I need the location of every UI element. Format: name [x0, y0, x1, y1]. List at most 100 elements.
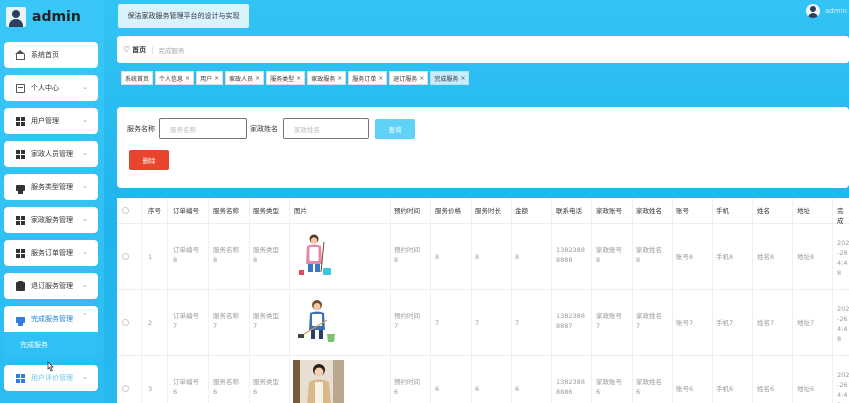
chevron-down-icon: ⌄ — [82, 248, 88, 256]
sidebar-item-label: 家政人员管理 — [31, 150, 73, 158]
cell-mobile: 手机7 — [716, 319, 734, 327]
breadcrumb-home[interactable]: 首页 — [132, 45, 146, 55]
tag-personal-info[interactable]: 个人信息 × — [155, 71, 195, 85]
grid-icon — [16, 215, 25, 225]
cell-staff-name: 家政姓名8 — [636, 246, 662, 264]
query-button[interactable]: 查询 — [375, 119, 415, 139]
tag-service[interactable]: 家政服务 × — [307, 71, 347, 85]
header-name[interactable]: 姓名 — [757, 206, 770, 216]
tag-order[interactable]: 服务订单 × — [348, 71, 388, 85]
search-panel: 服务名称 服务名称 家政姓名 家政姓名 查询 删除 — [117, 107, 849, 188]
tag-user[interactable]: 用户 × — [196, 71, 224, 85]
header-service-name[interactable]: 服务名称 — [213, 206, 239, 216]
close-icon[interactable]: × — [185, 75, 190, 82]
header-amount[interactable]: 金额 — [515, 206, 528, 216]
chevron-down-icon: ⌄ — [82, 281, 88, 289]
cell-phone: 13823888888 — [556, 246, 585, 264]
sidebar-item-label: 系统首页 — [31, 51, 59, 59]
header-service-type[interactable]: 服务类型 — [253, 206, 279, 216]
header-appointment-time[interactable]: 预约时间 — [394, 206, 420, 216]
avatar[interactable] — [806, 4, 820, 18]
service-name-input[interactable]: 服务名称 — [159, 118, 247, 139]
header-mobile[interactable]: 手机 — [716, 206, 729, 216]
tag-label: 服务订单 — [352, 75, 377, 83]
sidebar-item-home[interactable]: 系统首页 — [4, 42, 98, 68]
tag-label: 退订服务 — [393, 75, 418, 83]
header-index[interactable]: 序号 — [148, 206, 161, 216]
chevron-down-icon: ⌄ — [82, 83, 88, 91]
tag-completed[interactable]: 完成服务 × — [430, 71, 470, 85]
table-row[interactable]: 1 订单编号8 服务名称8 服务类型8 预约时间8 8 8 8 13823888… — [117, 224, 849, 290]
cell-price: 7 — [435, 319, 440, 327]
row-checkbox[interactable] — [122, 319, 129, 326]
tag-staff[interactable]: 家政人员 × — [225, 71, 265, 85]
select-all-checkbox[interactable] — [122, 207, 129, 214]
close-icon[interactable]: × — [296, 75, 301, 82]
top-user-name[interactable]: admin — [825, 7, 847, 15]
sidebar-item-service-management[interactable]: 家政服务管理 ⌄ — [4, 207, 98, 233]
close-icon[interactable]: × — [214, 75, 219, 82]
cell-address: 地址7 — [797, 319, 815, 327]
cell-index: 3 — [148, 385, 153, 393]
sidebar-item-service-type-management[interactable]: 服务类型管理 ⌄ — [4, 174, 98, 200]
close-icon[interactable]: × — [337, 75, 342, 82]
header-phone[interactable]: 联系电话 — [556, 206, 582, 216]
header-finish[interactable]: 完成 — [837, 206, 849, 226]
sidebar-item-label: 服务订单管理 — [31, 249, 73, 257]
sidebar-item-user-management[interactable]: 用户管理 ⌄ — [4, 108, 98, 134]
close-icon[interactable]: × — [419, 75, 424, 82]
table-row[interactable]: 3 订单编号6 服务名称6 服务类型6 预约时间6 6 6 6 13823888… — [117, 356, 849, 403]
header-price[interactable]: 服务价格 — [435, 206, 461, 216]
brand: admin — [0, 0, 104, 34]
close-icon[interactable]: × — [378, 75, 383, 82]
staff-name-input[interactable]: 家政姓名 — [283, 118, 369, 139]
delete-button[interactable]: 删除 — [129, 150, 169, 170]
cell-amount: 7 — [515, 319, 520, 327]
avatar[interactable] — [6, 7, 26, 27]
user-menu[interactable]: admin — [806, 4, 847, 18]
tag-label: 个人信息 — [159, 75, 184, 83]
close-icon[interactable]: × — [255, 75, 260, 82]
table-row[interactable]: 2 订单编号7 服务名称7 服务类型7 预约时间7 7 7 7 13823888… — [117, 290, 849, 356]
chevron-down-icon: ⌄ — [82, 373, 88, 381]
cell-order-no: 订单编号8 — [173, 246, 199, 264]
chevron-down-icon: ⌄ — [82, 215, 88, 223]
cell-service-name: 服务名称8 — [213, 246, 239, 264]
header-account[interactable]: 账号 — [676, 206, 689, 216]
close-icon[interactable]: × — [460, 75, 465, 82]
cell-amount: 8 — [515, 253, 520, 261]
sidebar-item-personal-center[interactable]: 个人中心 ⌄ — [4, 75, 98, 101]
tag-label: 系统首页 — [125, 75, 150, 83]
cleaning-worker-image — [299, 234, 331, 275]
cell-price: 6 — [435, 385, 440, 393]
sidebar-item-completed-management[interactable]: 完成服务管理 ⌃ — [4, 306, 98, 332]
tag-service-type[interactable]: 服务类型 × — [266, 71, 306, 85]
header-order-no[interactable]: 订单编号 — [173, 206, 199, 216]
grid-icon — [16, 116, 25, 126]
tag-label: 服务类型 — [270, 75, 295, 83]
header-address[interactable]: 地址 — [797, 206, 810, 216]
cell-name: 姓名8 — [757, 253, 775, 261]
sidebar-item-refund-management[interactable]: 退订服务管理 ⌄ — [4, 273, 98, 299]
sidebar-item-label: 退订服务管理 — [31, 282, 73, 290]
grid-icon — [16, 149, 25, 159]
header-staff-name[interactable]: 家政姓名 — [636, 206, 662, 216]
cell-account: 账号6 — [676, 385, 694, 393]
header-duration[interactable]: 服务时长 — [475, 206, 501, 216]
cell-account: 账号8 — [676, 253, 694, 261]
sidebar-item-order-management[interactable]: 服务订单管理 ⌄ — [4, 240, 98, 266]
chevron-down-icon: ⌄ — [82, 149, 88, 157]
sidebar-subitem-completed[interactable]: 完成服务 — [4, 332, 98, 358]
sidebar-item-staff-management[interactable]: 家政人员管理 ⌄ — [4, 141, 98, 167]
tag-home[interactable]: 系统首页 — [121, 71, 154, 85]
cell-service-name: 服务名称7 — [213, 312, 239, 330]
tag-refund[interactable]: 退订服务 × — [389, 71, 429, 85]
row-checkbox[interactable] — [122, 253, 129, 260]
tags-view: 系统首页 个人信息 × 用户 × 家政人员 × 服务类型 × 家政服务 × 服务订单 × 退… — [121, 71, 471, 85]
grid-icon — [16, 373, 25, 383]
cell-order-no: 订单编号7 — [173, 312, 199, 330]
row-checkbox[interactable] — [122, 385, 129, 392]
header-staff-account[interactable]: 家政账号 — [596, 206, 622, 216]
cell-duration: 6 — [475, 385, 480, 393]
cell-staff-account: 家政账号8 — [596, 246, 622, 264]
